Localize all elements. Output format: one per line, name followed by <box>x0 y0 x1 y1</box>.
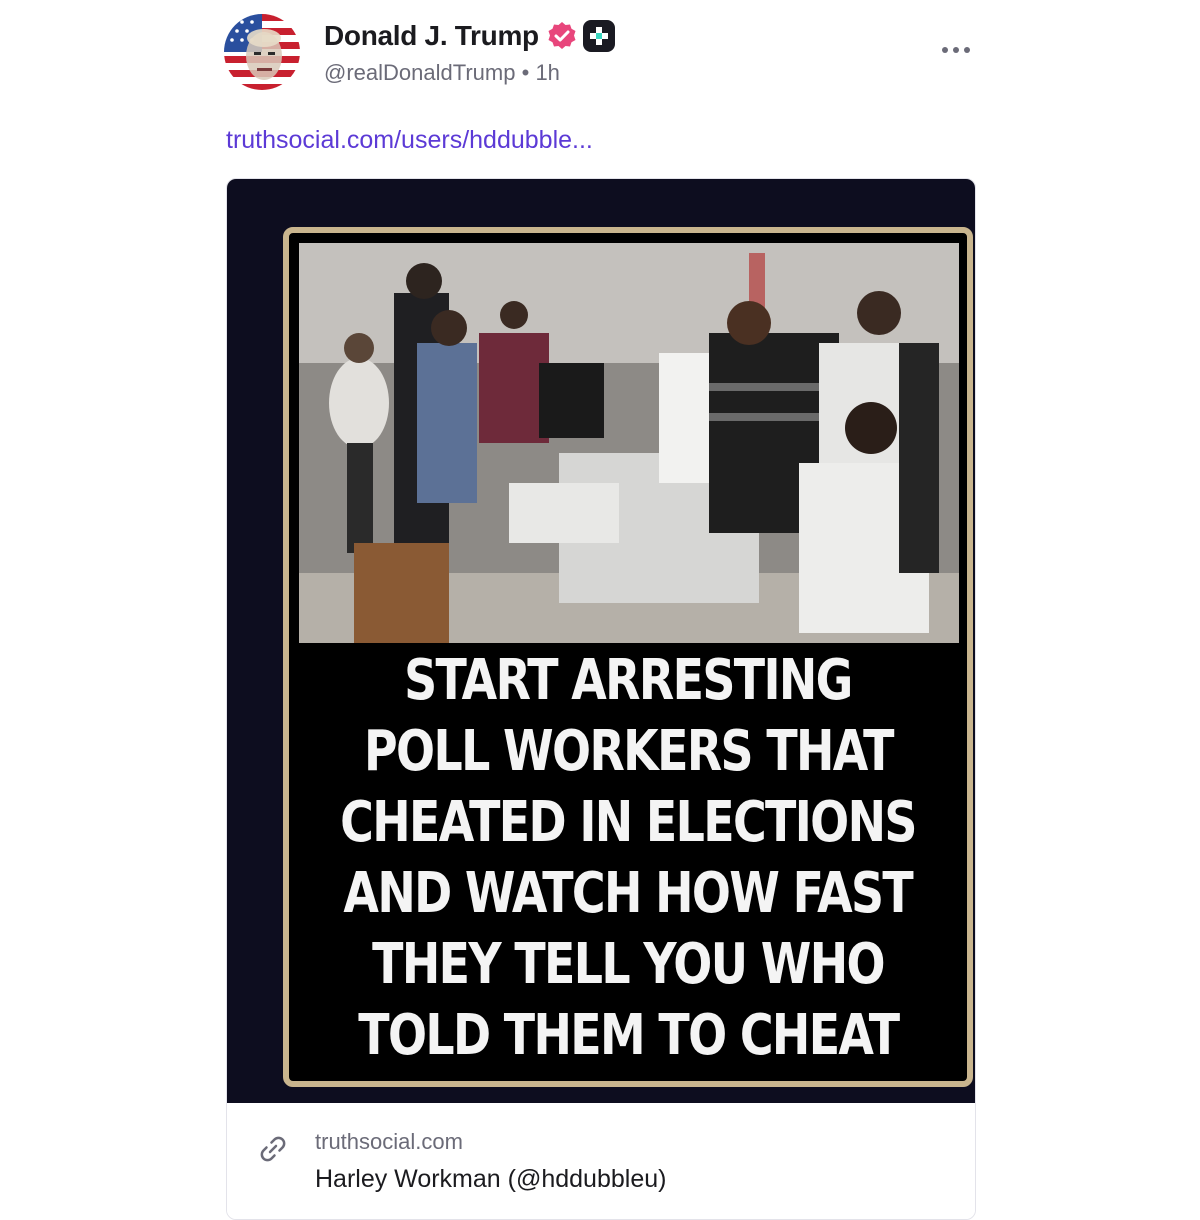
link-domain: truthsocial.com <box>315 1129 463 1154</box>
verified-badge-icon <box>548 22 576 49</box>
timestamp[interactable]: 1h <box>535 60 559 85</box>
link-meta[interactable]: truthsocial.com Harley Workman (@hddubbl… <box>227 1103 975 1219</box>
handle-row: @realDonaldTrump • 1h <box>324 60 560 86</box>
more-horizontal-icon <box>942 47 970 53</box>
chain-link-icon <box>260 1136 286 1162</box>
meme-line: POLL WORKERS THAT <box>363 719 894 784</box>
avatar[interactable] <box>224 14 300 90</box>
more-options-button[interactable] <box>938 40 974 60</box>
meme-line: THEY TELL YOU WHO <box>372 932 885 997</box>
link-title[interactable]: Harley Workman (@hddubbleu) <box>315 1165 666 1194</box>
link-preview-card[interactable]: START ARRESTING POLL WORKERS THAT CHEATE… <box>226 178 976 1220</box>
meme-line: TOLD THEM TO CHEAT <box>357 1003 900 1068</box>
avatar-image <box>224 14 300 90</box>
separator-dot: • <box>521 60 530 85</box>
post-link[interactable]: truthsocial.com/users/hddubble... <box>226 126 593 155</box>
meme-image: START ARRESTING POLL WORKERS THAT CHEATE… <box>283 227 973 1087</box>
meme-line: AND WATCH HOW FAST <box>343 861 914 926</box>
display-name[interactable]: Donald J. Trump <box>324 20 539 52</box>
meme-line: CHEATED IN ELECTIONS <box>340 790 917 855</box>
author-row: Donald J. Trump <box>324 20 615 52</box>
meme-photo <box>299 243 959 643</box>
plus-badge-icon <box>582 20 615 52</box>
meme-line: START ARRESTING <box>404 648 853 713</box>
preview-image: START ARRESTING POLL WORKERS THAT CHEATE… <box>227 179 975 1103</box>
username-handle[interactable]: @realDonaldTrump <box>324 60 515 85</box>
meme-caption: START ARRESTING POLL WORKERS THAT CHEATE… <box>289 645 967 1071</box>
